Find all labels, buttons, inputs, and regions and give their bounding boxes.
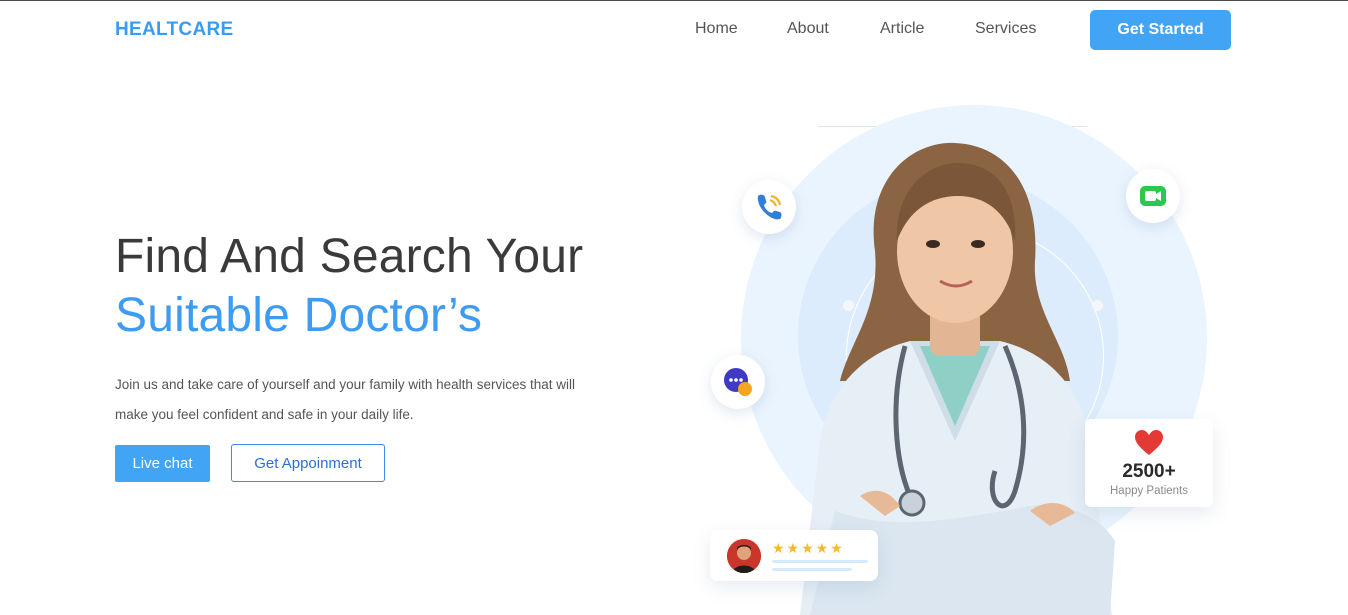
heart-icon xyxy=(1135,430,1163,455)
happy-patients-card: 2500+ Happy Patients xyxy=(1085,419,1213,507)
review-card: ★★★★★ xyxy=(710,530,878,581)
chat-bubble-icon xyxy=(724,368,752,396)
doctor-eye-left xyxy=(926,240,940,248)
avatar-image xyxy=(727,539,761,573)
brand-logo[interactable]: HEALTCARE xyxy=(115,19,233,41)
doctor-eye-right xyxy=(971,240,985,248)
review-line xyxy=(772,560,868,563)
nav-home-link[interactable]: Home xyxy=(695,20,738,37)
nav-home[interactable]: Home xyxy=(695,20,738,38)
hero-title-line1: Find And Search Your xyxy=(115,230,584,283)
patients-label: Happy Patients xyxy=(1110,485,1188,497)
nav-services-link[interactable]: Services xyxy=(975,20,1036,37)
hero-description: Join us and take care of yourself and yo… xyxy=(115,377,575,422)
nav-about-link[interactable]: About xyxy=(787,20,829,37)
get-started-button[interactable]: Get Started xyxy=(1090,10,1231,50)
live-chat-button[interactable]: Live chat xyxy=(115,445,210,482)
patients-count: 2500+ xyxy=(1122,461,1176,482)
nav-about[interactable]: About xyxy=(787,20,829,38)
nav-services[interactable]: Services xyxy=(975,20,1036,38)
stethoscope-head xyxy=(898,489,926,517)
star-rating: ★★★★★ xyxy=(772,540,845,556)
avatar xyxy=(727,539,761,573)
hero-title-line2: Suitable Doctor’s xyxy=(115,289,483,342)
phone-call-icon xyxy=(757,194,782,220)
video-call-icon xyxy=(1140,186,1166,206)
nav-article[interactable]: Article xyxy=(880,20,924,38)
get-appointment-button[interactable]: Get Appoinment xyxy=(231,444,385,482)
chat-bubble xyxy=(711,355,765,409)
phone-call-bubble xyxy=(742,180,796,234)
video-call-bubble xyxy=(1126,169,1180,223)
review-line xyxy=(772,568,852,571)
nav-article-link[interactable]: Article xyxy=(880,20,924,37)
